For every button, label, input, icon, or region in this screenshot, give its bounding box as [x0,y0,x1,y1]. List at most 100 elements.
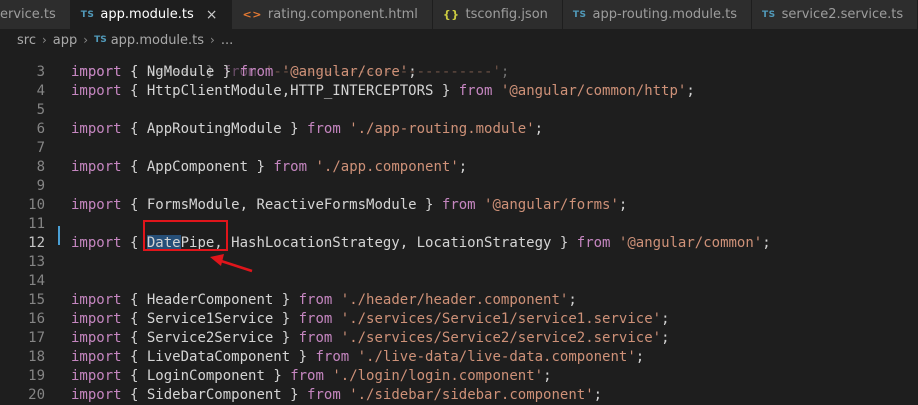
code-token: } [290,349,316,365]
code-token: import [71,83,122,99]
code-token: './header/header.component' [340,292,569,308]
typescript-file-icon: TS [762,9,776,20]
code-token: '@angular/core' [281,64,409,80]
code-token: import [71,292,122,308]
code-line: 3 import { NgModule } from '@angular/core… [0,63,918,82]
tab-label: ervice.ts [0,7,56,22]
code-token: ; [543,368,552,384]
line-number: 18 [28,349,45,365]
code-text[interactable]: import { AppRoutingModule } from './app-… [71,120,543,139]
code-token: } [248,159,274,175]
tab-5[interactable]: TS app-routing.module.ts [562,0,752,29]
code-token: './app-routing.module' [349,121,535,137]
code-text[interactable]: import { NgModule } from '@angular/core'… [71,63,417,82]
breadcrumb-file[interactable]: app.module.ts [111,33,204,48]
code-text[interactable]: import { HttpClientModule,HTTP_INTERCEPT… [71,82,695,101]
code-token: ; [618,197,628,213]
code-text[interactable]: import { SidebarComponent } from './side… [71,386,602,405]
code-token: } [551,235,577,251]
line-number: 20 [28,387,45,403]
code-text[interactable]: import { LiveDataComponent } from './liv… [71,348,644,367]
code-token: } [264,368,291,384]
code-text[interactable]: import { Service1Service } from './servi… [71,310,670,329]
json-file-icon: {} [442,8,460,21]
tab-1[interactable]: ervice.ts [0,0,71,29]
line-number: 8 [36,159,45,175]
typescript-file-icon: TS [94,35,107,45]
code-token: { [121,368,147,384]
code-token: { [121,121,147,137]
code-token: import [71,368,122,384]
code-token: LoginComponent [146,368,265,384]
code-line: 6 import { AppRoutingModule } from './app… [0,120,918,139]
code-token: from [273,159,308,175]
code-token: ; [568,292,577,308]
code-line: 14 [0,272,918,291]
code-token: ; [635,349,645,365]
code-token: './services/Service1/service1.service' [340,311,662,327]
code-token: './app.component' [315,159,459,175]
code-token: { [121,159,147,175]
tab-3[interactable]: <> rating.component.html [232,0,433,29]
code-editor[interactable]: import { ------ } from '----------------… [0,51,918,405]
code-text[interactable]: import { LoginComponent } from './login/… [71,367,552,386]
html-file-icon: <> [242,8,262,21]
code-token: HeaderComponent [146,292,274,308]
code-text[interactable]: import { AppComponent } from './app.comp… [71,158,467,177]
breadcrumb-src[interactable]: src [17,33,36,48]
breadcrumb-more[interactable]: ... [221,33,233,48]
code-token: import [71,64,122,80]
code-token: from [298,330,333,346]
tab-6[interactable]: TS service2.service.ts [752,0,918,29]
typescript-file-icon: TS [80,9,95,20]
code-line: 10 import { FormsModule, ReactiveFormsMod… [0,196,918,215]
code-token: FormsModule, ReactiveFormsModule [146,197,417,213]
chevron-right-icon: › [83,33,89,47]
code-token: } [273,292,299,308]
code-token: { [121,311,147,327]
code-token: ; [661,330,670,346]
code-token: NgModule [146,64,215,80]
code-token: ; [661,311,670,327]
tab-label: service2.service.ts [781,7,904,22]
code-text[interactable]: import { FormsModule, ReactiveFormsModul… [71,196,627,215]
line-number: 19 [28,368,45,384]
code-token: from [315,349,350,365]
close-icon[interactable]: × [206,7,218,23]
code-line: 4 import { HttpClientModule,HTTP_INTERCEP… [0,82,918,101]
code-token: HttpClientModule,HTTP_INTERCEPTORS [146,83,434,99]
line-number: 3 [36,64,45,80]
code-token: from [290,368,324,384]
breadcrumb-app[interactable]: app [53,33,77,48]
code-token: SidebarComponent [146,387,282,403]
code-token: } [214,64,240,80]
line-number: 13 [28,254,45,270]
code-line: 8 import { AppComponent } from './app.com… [0,158,918,177]
code-token: './services/Service2/service2.service' [340,330,662,346]
code-token: import [71,235,122,251]
tab-4[interactable]: {} tsconfig.json [432,0,563,29]
code-token: } [433,83,459,99]
code-token: import [71,330,122,346]
code-token: import [71,159,122,175]
code-token: '@angular/common/http' [500,83,687,99]
code-text[interactable]: import { Service2Service } from './servi… [71,329,670,348]
code-token: from [307,387,341,403]
code-token: from [458,83,493,99]
code-line: 7 [0,139,918,158]
line-number: 7 [36,140,45,156]
code-text[interactable]: import { HeaderComponent } from './heade… [71,291,577,310]
code-token: { [121,349,147,365]
code-token: from [298,311,333,327]
tab-label: tsconfig.json [465,7,548,22]
tab-label: app-routing.module.ts [592,7,737,22]
code-token: Service2Service [146,330,274,346]
tab-2[interactable]: TS app.module.ts × [70,0,233,29]
line-number: 12 [28,235,45,251]
